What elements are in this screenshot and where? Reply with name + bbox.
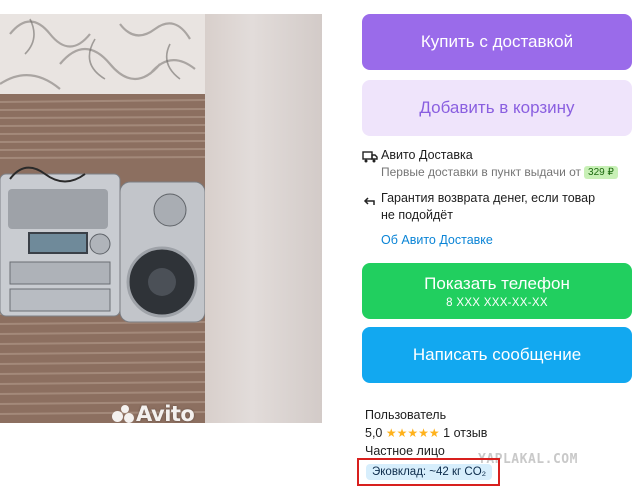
write-message-label: Написать сообщение <box>412 345 582 364</box>
rating-stars: ★★★★★ <box>385 426 440 440</box>
truck-icon <box>362 148 378 167</box>
avito-logo-icon <box>112 405 134 423</box>
first-delivery-label: Первые доставки в пункт выдачи от <box>381 165 582 179</box>
buy-with-delivery-button[interactable]: Купить с доставкой <box>362 14 632 70</box>
show-phone-label: Показать телефон <box>424 273 570 293</box>
rating-value: 5,0 <box>365 426 383 440</box>
show-phone-button[interactable]: Показать телефон 8 XXX XXX-XX-XX <box>362 263 632 319</box>
write-message-button[interactable]: Написать сообщение <box>362 327 632 383</box>
masked-phone-number: 8 XXX XXX-XX-XX <box>446 296 548 309</box>
add-to-cart-button[interactable]: Добавить в корзину <box>362 80 632 136</box>
blurred-next-photo <box>205 14 322 423</box>
highlight-frame <box>357 458 500 486</box>
guarantee-line-2: не подойдёт <box>381 208 453 222</box>
seller-rating: 5,0 ★★★★★ 1 отзыв <box>365 426 487 440</box>
delivery-price-badge: 329 ₽ <box>584 166 618 179</box>
seller-type: Частное лицо <box>365 444 445 458</box>
delivery-title: Авито Доставка <box>381 148 473 162</box>
first-delivery-text: Первые доставки в пункт выдачи от 329 ₽ <box>381 165 618 179</box>
guarantee-line-1: Гарантия возврата денег, если товар <box>381 191 596 205</box>
avito-watermark: Avito <box>112 402 195 423</box>
add-to-cart-label: Добавить в корзину <box>419 98 575 117</box>
buy-with-delivery-label: Купить с доставкой <box>420 32 574 51</box>
about-avito-delivery-link[interactable]: Об Авито Доставке <box>381 233 493 247</box>
listing-photo[interactable]: Avito <box>0 14 322 423</box>
avito-watermark-text: Avito <box>136 402 195 423</box>
return-arrow-icon <box>363 192 376 211</box>
reviews-link[interactable]: 1 отзыв <box>443 426 487 440</box>
seller-name[interactable]: Пользователь <box>365 408 446 422</box>
